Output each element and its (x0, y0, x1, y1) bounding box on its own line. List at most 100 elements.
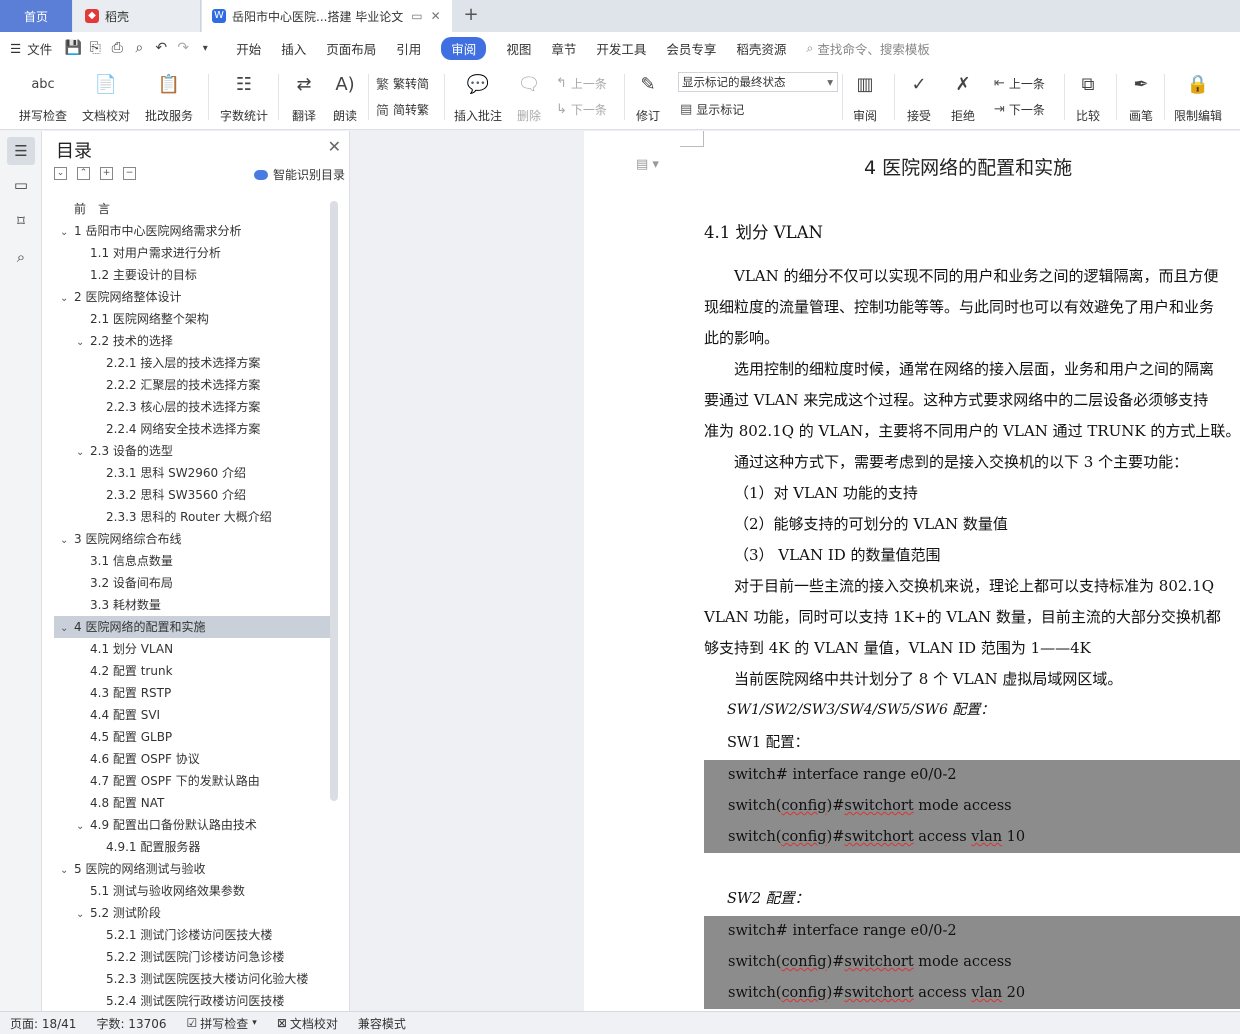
status-proofread[interactable]: ⊠ 文档校对 (267, 1015, 348, 1032)
review-pane-button[interactable]: ▥ 审阅 (848, 70, 882, 124)
chevron-down-icon[interactable]: ⌄ (60, 222, 74, 244)
toc-item[interactable]: 4.8 配置 NAT (54, 792, 330, 814)
export-pdf-icon[interactable]: ⎘ (84, 37, 106, 59)
search-icon[interactable]: ⌕ (7, 243, 35, 271)
next-change-button[interactable]: ⇥ 下一条 (994, 98, 1045, 120)
toc-item[interactable]: 4.9.1 配置服务器 (54, 836, 330, 858)
chevron-down-icon[interactable]: ⌄ (76, 904, 90, 926)
trad-to-simp-button[interactable]: 繁繁转简 (376, 72, 429, 94)
toc-item[interactable]: ⌄ 5 医院的网络测试与验收 (54, 858, 330, 880)
next-comment-button[interactable]: ↳ 下一条 (556, 98, 607, 120)
proofread-button[interactable]: 📄 文档校对 (80, 70, 132, 124)
spell-check-button[interactable]: abc 拼写检查 (12, 70, 74, 124)
toc-item[interactable]: 3.3 耗材数量 (54, 594, 330, 616)
restrict-editing-button[interactable]: 🔒 限制编辑 (1172, 70, 1224, 124)
chevron-down-icon[interactable]: ⌄ (60, 288, 74, 310)
menu-member[interactable]: 会员专享 (656, 32, 726, 64)
chevron-down-icon[interactable]: ⌄ (76, 442, 90, 464)
toc-item[interactable]: 5.2.2 测试医院门诊楼访问急诊楼 (54, 946, 330, 968)
toc-item[interactable]: ⌄ 4.9 配置出口备份默认路由技术 (54, 814, 330, 836)
page-indicator[interactable]: 页面: 18/41 (0, 1015, 86, 1032)
chevron-down-icon[interactable]: ⌄ (76, 816, 90, 838)
accept-button[interactable]: ✓ 接受 (902, 70, 936, 124)
chevron-down-icon[interactable]: ⌄ (76, 332, 90, 354)
translate-button[interactable]: ⇄ 翻译 (286, 70, 322, 124)
reject-button[interactable]: ✗ 拒绝 (946, 70, 980, 124)
toc-item[interactable]: 2.2.4 网络安全技术选择方案 (54, 418, 330, 440)
toc-item[interactable]: 1.2 主要设计的目标 (54, 264, 330, 286)
tab-docer[interactable]: ◆ 稻壳 (73, 0, 201, 32)
toc-item[interactable]: ⌄ 2.2 技术的选择 (54, 330, 330, 352)
toc-item[interactable]: ⌄ 3 医院网络综合布线 (54, 528, 330, 550)
document-page[interactable]: ▤ ▾ 4 医院网络的配置和实施 4.1 划分 VLAN VLAN 的细分不仅可… (584, 131, 1240, 1011)
expand-all-icon[interactable]: ⌃ (77, 167, 90, 180)
menu-insert[interactable]: 插入 (271, 32, 316, 64)
toc-item[interactable]: 2.1 医院网络整个架构 (54, 308, 330, 330)
print-preview-icon[interactable]: ⌕ (128, 37, 150, 59)
menu-reference[interactable]: 引用 (386, 32, 431, 64)
menu-chapter[interactable]: 章节 (541, 32, 586, 64)
close-icon[interactable]: ✕ (328, 137, 341, 156)
toc-panel-icon[interactable]: ☰ (7, 137, 35, 165)
prev-change-button[interactable]: ⇤ 上一条 (994, 72, 1045, 94)
toc-item[interactable]: 3.1 信息点数量 (54, 550, 330, 572)
toc-item[interactable]: ⌄ 2 医院网络整体设计 (54, 286, 330, 308)
menu-docer-resources[interactable]: 稻壳资源 (726, 32, 796, 64)
toc-item[interactable]: ⌄ 5.2 测试阶段 (54, 902, 330, 924)
toc-item[interactable]: ⌄ 2.3 设备的选型 (54, 440, 330, 462)
bookmark-icon[interactable]: ⌑ (7, 207, 35, 235)
annotation-service-button[interactable]: 📋 批改服务 (140, 70, 198, 124)
chevron-down-icon[interactable]: ⌄ (60, 618, 74, 640)
toc-item[interactable]: 2.2.1 接入层的技术选择方案 (54, 352, 330, 374)
menu-dev-tools[interactable]: 开发工具 (586, 32, 656, 64)
toc-item[interactable]: 5.1 测试与验收网络效果参数 (54, 880, 330, 902)
collapse-all-icon[interactable]: ⌄ (54, 167, 67, 180)
smart-toc-button[interactable]: 智能识别目录 (253, 166, 345, 183)
toc-item[interactable]: 2.2.3 核心层的技术选择方案 (54, 396, 330, 418)
new-tab-button[interactable]: + (460, 4, 482, 26)
menu-page-layout[interactable]: 页面布局 (316, 32, 386, 64)
pen-button[interactable]: ✒ 画笔 (1124, 70, 1158, 124)
add-level-icon[interactable]: + (100, 167, 113, 180)
toc-item[interactable]: 4.7 配置 OSPF 下的发默认路由 (54, 770, 330, 792)
track-changes-button[interactable]: ✎ 修订 (630, 70, 666, 124)
toc-item[interactable]: 4.1 划分 VLAN (54, 638, 330, 660)
toc-item[interactable]: 5.2.1 测试门诊楼访问医技大楼 (54, 924, 330, 946)
toc-item[interactable]: 2.3.2 思科 SW3560 介绍 (54, 484, 330, 506)
toc-item[interactable]: 5.2.3 测试医院医技大楼访问化验大楼 (54, 968, 330, 990)
compare-button[interactable]: ⧉ 比较 (1070, 70, 1106, 124)
status-spell-check[interactable]: ☑ 拼写检查 ▾ (177, 1015, 267, 1032)
toc-item[interactable]: 4.2 配置 trunk (54, 660, 330, 682)
read-aloud-button[interactable]: A) 朗读 (330, 70, 360, 124)
remove-level-icon[interactable]: − (123, 167, 136, 180)
file-menu[interactable]: ☰ 文件 (0, 32, 62, 64)
show-markup-button[interactable]: ▤ 显示标记 (680, 98, 744, 120)
markup-state-select[interactable]: 显示标记的最终状态 (678, 72, 838, 92)
word-count-indicator[interactable]: 字数: 13706 (86, 1015, 176, 1032)
tab-home[interactable]: 首页 (0, 0, 72, 32)
toc-item[interactable]: 4.6 配置 OSPF 协议 (54, 748, 330, 770)
menu-view[interactable]: 视图 (496, 32, 541, 64)
prev-comment-button[interactable]: ↰ 上一条 (556, 72, 607, 94)
close-icon[interactable]: ✕ (431, 9, 441, 23)
command-search[interactable]: ⌕ 查找命令、搜索模板 (796, 32, 940, 64)
toc-item[interactable]: 4.3 配置 RSTP (54, 682, 330, 704)
screen-icon[interactable]: ▭ (411, 9, 422, 23)
menu-start[interactable]: 开始 (226, 32, 271, 64)
delete-comment-button[interactable]: 🗨 删除 (510, 70, 548, 124)
toc-scrollbar[interactable] (330, 201, 338, 801)
page-options-icon[interactable]: ▤ ▾ (636, 157, 659, 172)
print-icon[interactable]: ⎙ (106, 37, 128, 59)
tab-document[interactable]: W 岳阳市中心医院...搭建 毕业论文 ▭ ✕ (202, 0, 452, 32)
toc-item[interactable]: 2.3.1 思科 SW2960 介绍 (54, 462, 330, 484)
save-icon[interactable]: 💾 (62, 37, 84, 59)
word-count-button[interactable]: ☷ 字数统计 (218, 70, 270, 124)
toc-item[interactable]: 4.5 配置 GLBP (54, 726, 330, 748)
toc-item[interactable]: ⌄ 4 医院网络的配置和实施 (54, 616, 330, 638)
toc-item[interactable]: 2.3.3 思科的 Router 大概介绍 (54, 506, 330, 528)
toc-item[interactable]: 5.2.4 测试医院行政楼访问医技楼 (54, 990, 330, 1011)
simp-to-trad-button[interactable]: 简简转繁 (376, 98, 429, 120)
redo-icon[interactable]: ↷ (172, 37, 194, 59)
toc-item[interactable]: 4.4 配置 SVI (54, 704, 330, 726)
toc-item[interactable]: 2.2.2 汇聚层的技术选择方案 (54, 374, 330, 396)
